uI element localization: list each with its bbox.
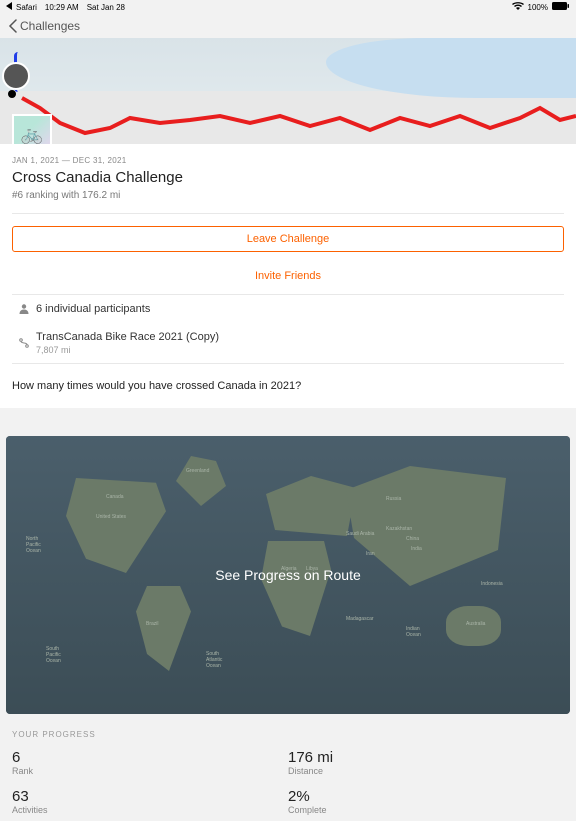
- avatar: [2, 62, 30, 90]
- back-to-app[interactable]: Safari: [16, 3, 37, 12]
- battery-icon: [552, 2, 570, 12]
- status-bar: Safari 10:29 AM Sat Jan 28 100%: [0, 0, 576, 14]
- stat-distance-value: 176 mi: [288, 749, 564, 766]
- leave-challenge-button[interactable]: Leave Challenge: [12, 226, 564, 252]
- chevron-left-icon: [8, 19, 18, 33]
- person-icon: [12, 303, 36, 315]
- your-progress-heading: YOUR PROGRESS: [0, 714, 576, 749]
- route-row[interactable]: TransCanada Bike Race 2021 (Copy) 7,807 …: [12, 323, 564, 363]
- progress-cta-text: See Progress on Route: [215, 567, 361, 583]
- route-map-banner[interactable]: 🚲: [0, 38, 576, 144]
- challenge-title: Cross Canadia Challenge: [12, 169, 564, 186]
- challenge-description: How many times would you have crossed Ca…: [12, 364, 564, 408]
- stat-rank-value: 6: [12, 749, 288, 766]
- route-icon: [12, 337, 36, 349]
- status-time: 10:29 AM: [45, 3, 79, 12]
- stat-activities-label: Activities: [12, 805, 288, 815]
- status-date: Sat Jan 28: [87, 3, 125, 12]
- stat-activities-value: 63: [12, 788, 288, 805]
- participants-row: 6 individual participants: [12, 295, 564, 323]
- back-button[interactable]: Challenges: [8, 19, 80, 33]
- biker-badge-icon: 🚲: [12, 114, 52, 144]
- progress-stats: 6 Rank 176 mi Distance 63 Activities 2% …: [0, 749, 576, 821]
- wifi-icon: [512, 2, 524, 12]
- route-start-dot: [8, 90, 16, 98]
- participants-text: 6 individual participants: [36, 303, 564, 315]
- stat-complete-value: 2%: [288, 788, 564, 805]
- challenge-dates: JAN 1, 2021 — DEC 31, 2021: [12, 156, 564, 165]
- nav-bar: Challenges: [0, 14, 576, 38]
- stat-complete-label: Complete: [288, 805, 564, 815]
- progress-map-card[interactable]: United States Canada Brazil Greenland Ru…: [6, 436, 570, 714]
- challenge-subtitle: #6 ranking with 176.2 mi: [12, 190, 564, 201]
- challenge-details: JAN 1, 2021 — DEC 31, 2021 Cross Canadia…: [0, 144, 576, 408]
- route-path-icon: [0, 38, 576, 144]
- route-distance: 7,807 mi: [36, 345, 564, 355]
- invite-friends-link[interactable]: Invite Friends: [12, 262, 564, 294]
- battery-percent: 100%: [528, 3, 548, 12]
- back-label: Challenges: [20, 19, 80, 33]
- route-name: TransCanada Bike Race 2021 (Copy): [36, 331, 564, 343]
- back-to-app-icon[interactable]: [6, 2, 12, 12]
